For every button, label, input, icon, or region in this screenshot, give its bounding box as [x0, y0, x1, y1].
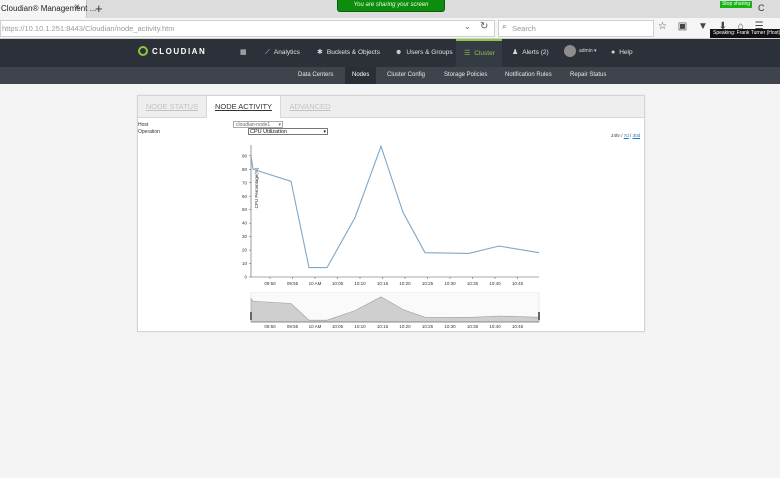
list-icon: ☰: [464, 50, 471, 57]
subnav-storage-policies[interactable]: Storage Policies: [437, 67, 494, 84]
operation-select[interactable]: CPU Utilization ▾: [248, 128, 328, 135]
subnav-repair-status[interactable]: Repair Status: [563, 67, 613, 84]
url-history-dropdown-icon[interactable]: ⌄: [464, 22, 471, 31]
nav-help[interactable]: ● Help: [611, 39, 633, 67]
navigator-tick-label: 10:20: [399, 324, 411, 329]
cpu-utilization-chart: 0 10 20 30 40 50 60 70 80 90 CPU Percentage(%) 09:5…: [242, 144, 540, 286]
speaking-tooltip: Speaking: Frank Turner (Host): [710, 29, 780, 38]
chevron-down-icon: ▾: [323, 129, 326, 135]
grid-icon: ▦: [240, 49, 247, 56]
navigator-tick-label: 10:25: [422, 324, 434, 329]
avatar[interactable]: [564, 45, 576, 57]
range-30d-link[interactable]: 30d: [633, 133, 641, 138]
new-tab-button[interactable]: +: [95, 1, 103, 16]
navigator-handle-right: [538, 312, 540, 320]
y-tick-label: 40: [242, 221, 247, 226]
navigator-tick-label: 10:30: [444, 324, 456, 329]
navigator-tick-label: 09:55: [287, 324, 299, 329]
x-tick-label: 10:10: [354, 281, 366, 286]
window-controls-icon[interactable]: C: [758, 3, 765, 13]
search-icon: ⌕: [502, 22, 507, 31]
subnav-data-centers[interactable]: Data Centers: [291, 67, 340, 84]
search-placeholder: Search: [512, 24, 536, 33]
y-tick-label: 50: [242, 207, 247, 212]
y-tick-label: 80: [242, 167, 247, 172]
logo-text[interactable]: CLOUDIAN: [152, 47, 206, 56]
host-label: Host: [138, 122, 149, 128]
y-tick-label: 20: [242, 248, 247, 253]
cloudian-logo-icon[interactable]: [138, 46, 148, 56]
subnav-cluster-config[interactable]: Cluster Config: [380, 67, 432, 84]
user-menu[interactable]: admin ▾: [579, 48, 597, 54]
x-tick-label: 10:15: [377, 281, 389, 286]
host-select[interactable]: cloudian-node1 ▾: [233, 121, 283, 128]
x-tick-label: 10 AM: [309, 281, 322, 286]
x-tick-label: 10:35: [467, 281, 479, 286]
y-tick-label: 60: [242, 194, 247, 199]
tab-node-activity[interactable]: NODE ACTIVITY: [206, 96, 281, 118]
y-tick-label: 90: [242, 153, 247, 158]
time-range-links: 24hr / 7d / 30d: [611, 133, 641, 138]
navigator-tick-label: 10 AM: [309, 324, 322, 329]
chart-icon: ⟋: [265, 49, 270, 56]
x-tick-label: 10:40: [489, 281, 501, 286]
operation-label: Operation: [138, 129, 160, 135]
gear-icon: ✱: [317, 49, 323, 56]
reload-icon[interactable]: ↻: [480, 21, 488, 32]
y-tick-label: 70: [242, 180, 247, 185]
subnav-notification-rules[interactable]: Notification Rules: [498, 67, 559, 84]
nav-buckets-objects[interactable]: ✱ Buckets & Objects: [317, 39, 380, 67]
navigator-tick-label: 10:45: [512, 324, 524, 329]
navigator-tick-label: 10:10: [354, 324, 366, 329]
y-tick-label: 0: [244, 275, 247, 280]
range-24hr[interactable]: 24hr: [611, 133, 620, 138]
navigator-tick-label: 10:05: [332, 324, 344, 329]
url-text[interactable]: https://10.10.1.251:8443/Cloudian/node_a…: [2, 24, 174, 33]
x-tick-label: 10:20: [399, 281, 411, 286]
help-icon: ●: [611, 49, 616, 56]
nav-analytics[interactable]: ⟋ Analytics: [265, 39, 300, 67]
y-axis-label: CPU Percentage(%): [254, 167, 259, 208]
navigator-tick-label: 09:50: [264, 324, 276, 329]
stop-sharing-button[interactable]: Stop sharing: [720, 1, 752, 8]
nav-users-groups[interactable]: ☻ Users & Groups: [395, 39, 453, 67]
tab-node-status[interactable]: NODE STATUS: [138, 96, 206, 117]
x-tick-label: 10:25: [422, 281, 434, 286]
x-tick-label: 09:50: [264, 281, 276, 286]
subnav-nodes[interactable]: Nodes: [345, 67, 377, 84]
cpu-series-line: [250, 144, 540, 269]
navigator-tick-label: 10:15: [377, 324, 389, 329]
users-icon: ☻: [395, 49, 403, 56]
navigator-tick-label: 10:40: [489, 324, 501, 329]
x-tick-label: 10:30: [444, 281, 456, 286]
close-tab-icon[interactable]: ×: [74, 2, 80, 13]
tab-advanced[interactable]: ADVANCED: [279, 96, 341, 117]
x-tick-label: 10:05: [332, 281, 344, 286]
chart-navigator[interactable]: 09:50 09:55 10 AM 10:05 10:10 10:15 10:20 10:25…: [242, 292, 542, 332]
x-tick-label: 09:55: [287, 281, 299, 286]
browser-tab-title: Cloudian® Management ...: [1, 4, 97, 13]
nav-dashboard[interactable]: ▦: [240, 39, 251, 67]
screen-sharing-banner: You are sharing your screen: [337, 0, 445, 12]
navigator-handle-left: [250, 312, 252, 320]
app-header: [0, 39, 780, 67]
nav-alerts[interactable]: ♟ Alerts (2): [512, 39, 549, 67]
navigator-tick-label: 10:35: [467, 324, 479, 329]
y-tick-label: 30: [242, 234, 247, 239]
x-tick-label: 10:45: [512, 281, 524, 286]
nav-cluster[interactable]: ☰ Cluster: [456, 39, 502, 67]
y-tick-label: 10: [242, 261, 247, 266]
bell-icon: ♟: [512, 49, 519, 56]
